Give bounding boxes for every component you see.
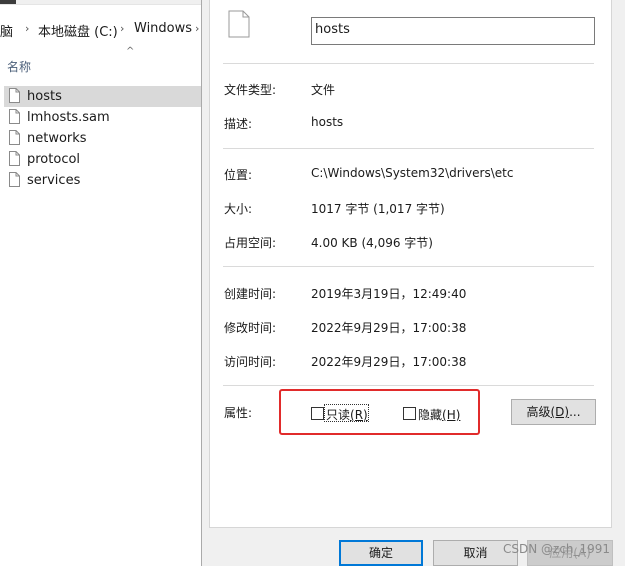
advanced-button[interactable]: 高级(D)... xyxy=(511,399,596,425)
file-icon xyxy=(9,109,20,124)
ok-button[interactable]: 确定 xyxy=(339,540,423,566)
file-row-services[interactable]: services xyxy=(4,170,201,191)
breadcrumb-this-pc[interactable]: 脑 xyxy=(0,21,13,40)
hidden-label[interactable]: 隐藏(H) xyxy=(418,406,460,423)
divider xyxy=(223,266,594,267)
breadcrumb-windows[interactable]: Windows xyxy=(134,21,192,36)
file-name: networks xyxy=(27,131,87,146)
address-bar[interactable]: 脑 › 本地磁盘 (C:) › Windows › xyxy=(0,18,201,40)
modified-label: 修改时间: xyxy=(224,321,277,335)
general-tab-panel xyxy=(209,0,612,528)
modified-value: 2022年9月29日，17:00:38 xyxy=(311,321,467,335)
size-label: 大小: xyxy=(224,202,253,216)
file-name-value: hosts xyxy=(315,22,350,37)
size-on-disk-label: 占用空间: xyxy=(224,236,277,250)
hidden-checkbox[interactable] xyxy=(403,407,416,420)
file-type-icon xyxy=(228,10,250,38)
file-type-label: 文件类型: xyxy=(224,83,277,97)
file-name: hosts xyxy=(27,89,62,104)
explorer-window: 脑 › 本地磁盘 (C:) › Windows › ^ 名称 hosts lmh… xyxy=(0,0,201,566)
file-icon xyxy=(9,88,20,103)
file-name: services xyxy=(27,173,81,188)
breadcrumb-separator-icon[interactable]: › xyxy=(195,22,199,35)
created-label: 创建时间: xyxy=(224,287,277,301)
size-on-disk-value: 4.00 KB (4,096 字节) xyxy=(311,236,433,250)
csdn-watermark: CSDN @zch_1991 xyxy=(503,542,611,556)
size-value: 1017 字节 (1,017 字节) xyxy=(311,202,445,216)
description-value: hosts xyxy=(311,115,344,129)
attributes-label: 属性: xyxy=(224,406,253,420)
accessed-value: 2022年9月29日，17:00:38 xyxy=(311,355,467,369)
explorer-title-strip xyxy=(0,0,201,5)
file-icon xyxy=(9,130,20,145)
file-row-networks[interactable]: networks xyxy=(4,128,201,149)
accessed-label: 访问时间: xyxy=(224,355,277,369)
readonly-checkbox[interactable] xyxy=(311,407,324,420)
created-value: 2019年3月19日，12:49:40 xyxy=(311,287,467,301)
breadcrumb-local-disk[interactable]: 本地磁盘 (C:) xyxy=(38,21,118,40)
divider xyxy=(223,148,594,149)
sort-ascending-icon: ^ xyxy=(126,46,135,57)
file-row-protocol[interactable]: protocol xyxy=(4,149,201,170)
location-value: C:\Windows\System32\drivers\etc xyxy=(311,166,514,180)
breadcrumb-separator-icon[interactable]: › xyxy=(120,22,124,35)
file-name: lmhosts.sam xyxy=(27,110,110,125)
file-row-lmhosts[interactable]: lmhosts.sam xyxy=(4,107,201,128)
file-icon xyxy=(9,151,20,166)
file-name: protocol xyxy=(27,152,81,167)
file-icon xyxy=(9,172,20,187)
file-name-input[interactable]: hosts xyxy=(311,17,595,45)
readonly-label[interactable]: 只读(R) xyxy=(326,406,368,423)
breadcrumb-separator-icon[interactable]: › xyxy=(25,22,29,35)
divider xyxy=(223,63,594,64)
location-label: 位置: xyxy=(224,168,253,182)
column-header-name[interactable]: 名称 xyxy=(7,58,31,75)
description-label: 描述: xyxy=(224,117,253,131)
file-row-hosts[interactable]: hosts xyxy=(4,86,201,107)
file-type-value: 文件 xyxy=(311,83,336,97)
divider xyxy=(223,385,594,386)
